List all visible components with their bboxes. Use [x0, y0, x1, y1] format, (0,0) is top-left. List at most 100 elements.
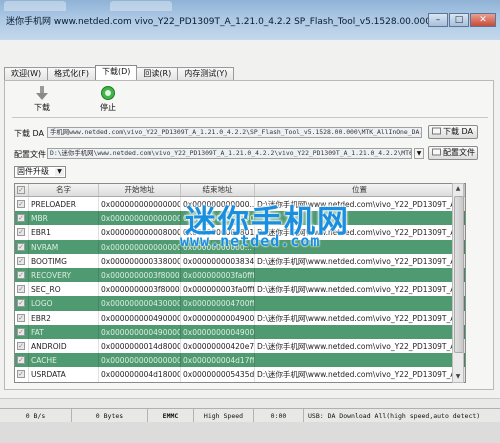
table-scrollbar[interactable]: ▲ ▼: [452, 183, 464, 383]
cell-start: 0x0000000000000000: [99, 239, 181, 255]
table-row[interactable]: ✓ CACHE 0x0000000000000000 0x000000004d17ff…: [15, 353, 465, 369]
scatter-file-button[interactable]: 配置文件: [428, 146, 478, 160]
row-checkbox[interactable]: ✓: [15, 225, 29, 241]
cell-end: 0x00000000049001ff: [181, 324, 255, 340]
cell-name: USRDATA: [29, 367, 99, 382]
table-row[interactable]: ✓ USRDATA 0x000000004d180000 0x000000005435…: [15, 367, 465, 382]
checkbox-icon[interactable]: ✓: [17, 256, 25, 265]
cell-end: 0x000000004700fff: [181, 296, 255, 312]
download-agent-label: 下载 DA: [14, 129, 45, 138]
table-row[interactable]: ✓ SEC_RO 0x0000000003f80000 0x000000003fa0f…: [15, 282, 465, 298]
checkbox-icon[interactable]: ✓: [17, 370, 25, 379]
cell-name: FAT: [29, 324, 99, 340]
download-agent-button[interactable]: 下载 DA: [428, 125, 478, 139]
row-checkbox[interactable]: ✓: [15, 211, 29, 227]
browser-tab-strip: [0, 0, 500, 12]
checkbox-icon[interactable]: ✓: [17, 342, 25, 350]
table-row[interactable]: ✓ ANDROID 0x0000000014d80000 0x00000000420e…: [15, 339, 465, 354]
status-mode: High Speed: [194, 409, 254, 423]
row-checkbox[interactable]: ✓: [15, 253, 29, 269]
cell-name: CACHE: [29, 353, 99, 369]
row-checkbox[interactable]: ✓: [15, 282, 29, 298]
checkbox-icon[interactable]: ✓: [17, 214, 25, 223]
checkbox-icon[interactable]: ✓: [17, 271, 25, 279]
scrollbar-thumb[interactable]: [454, 196, 464, 353]
checkbox-icon[interactable]: ✓: [17, 228, 25, 237]
header-checkbox[interactable]: ✓: [15, 184, 29, 196]
download-arrow-icon: [34, 85, 50, 101]
status-bytes: 0 Bytes: [72, 409, 148, 423]
cell-start: 0x0000000003380000: [99, 253, 181, 269]
cell-name: NVRAM: [29, 239, 99, 255]
folder-icon: [432, 126, 441, 135]
cell-start: 0x0000000003f80000: [99, 268, 181, 283]
checkbox-icon[interactable]: ✓: [17, 285, 25, 294]
checkbox-icon[interactable]: ✓: [17, 313, 25, 322]
cell-location: D:\迷你手机网\www.netded.com\vivo_Y22_PD1309T…: [255, 253, 465, 269]
cell-start: 0x0000000000000000: [99, 211, 181, 227]
scroll-down-icon[interactable]: ▼: [453, 372, 463, 382]
cell-location: [255, 268, 465, 283]
row-checkbox[interactable]: ✓: [15, 353, 29, 369]
table-row[interactable]: ✓ BOOTIMG 0x0000000003380000 0x000000000383…: [15, 253, 465, 269]
close-button[interactable]: ✕: [470, 13, 496, 27]
scatter-file-path-field[interactable]: D:\迷你手机网\www.netded.com\vivo_Y22_PD1309T…: [47, 148, 412, 159]
chevron-down-icon: ▼: [55, 168, 64, 176]
cell-end: 0x000000003fa0fff: [181, 268, 255, 283]
row-checkbox[interactable]: ✓: [15, 339, 29, 354]
scatter-file-label: 配置文件: [14, 150, 46, 159]
checkbox-icon[interactable]: ✓: [17, 299, 25, 308]
cell-end: 0x00000000049001ff: [181, 310, 255, 326]
row-checkbox[interactable]: ✓: [15, 268, 29, 283]
browser-tab[interactable]: [110, 1, 172, 11]
table-row[interactable]: ✓ EBR20x00000000049000000x00000000049001f…: [15, 310, 465, 326]
row-checkbox[interactable]: ✓: [15, 310, 29, 326]
stop-icon: [100, 85, 116, 101]
checkbox-icon[interactable]: ✓: [17, 242, 25, 251]
row-checkbox[interactable]: ✓: [15, 367, 29, 382]
scatter-dropdown-arrow[interactable]: ▼: [414, 148, 424, 159]
stop-tool-button[interactable]: 停止: [88, 85, 128, 113]
download-tool-label: 下载: [34, 103, 50, 112]
header-end-address[interactable]: 结束地址: [181, 184, 255, 196]
cell-name: PRELOADER: [29, 197, 99, 212]
row-checkbox[interactable]: ✓: [15, 239, 29, 255]
cell-name: SEC_RO: [29, 282, 99, 298]
minimize-button[interactable]: –: [428, 13, 448, 27]
cell-start: 0x000000004d180000: [99, 367, 181, 382]
scatter-file-button-label: 配置文件: [443, 148, 475, 157]
download-agent-path-field[interactable]: 手机网www.netded.com\vivo_Y22_PD1309T_A_1.2…: [47, 127, 422, 138]
checkbox-icon[interactable]: ✓: [17, 200, 25, 208]
table-row[interactable]: ✓ LOGO 0x0000000004300000 0x000000004700fff: [15, 296, 465, 312]
cell-name: EBR1: [29, 225, 99, 241]
scroll-up-icon[interactable]: ▲: [453, 184, 463, 194]
header-location[interactable]: 位置: [255, 184, 465, 196]
table-row[interactable]: ✓ RECOVERY 0x0000000003f80000 0x000000003fa…: [15, 268, 465, 283]
row-checkbox[interactable]: ✓: [15, 197, 29, 212]
folder-icon: [432, 147, 441, 156]
checkbox-icon[interactable]: ✓: [17, 327, 25, 336]
tab-memory-test[interactable]: 内存测试(Y): [177, 67, 235, 80]
download-tool-button[interactable]: 下载: [22, 85, 62, 113]
cell-start: 0x0000000004900000: [99, 310, 181, 326]
tab-download[interactable]: 下载(D): [95, 65, 138, 80]
cell-location: [255, 296, 465, 312]
download-mode-select[interactable]: 固件升级 ▼: [14, 166, 66, 178]
browser-tab[interactable]: [4, 1, 66, 11]
tab-welcome[interactable]: 欢迎(W): [4, 67, 49, 80]
header-start-address[interactable]: 开始地址: [99, 184, 181, 196]
toolbar-divider: [12, 117, 488, 118]
tab-readback[interactable]: 回读(R): [136, 67, 179, 80]
row-checkbox[interactable]: ✓: [15, 296, 29, 312]
cell-name: ANDROID: [29, 339, 99, 354]
table-row[interactable]: ✓ FAT0x00000000049000000x00000000049001ff: [15, 324, 465, 340]
header-name[interactable]: 名字: [29, 184, 99, 196]
cell-end: 0x0000000003834ff: [181, 253, 255, 269]
cell-name: EBR2: [29, 310, 99, 326]
checkbox-icon[interactable]: ✓: [17, 356, 25, 365]
row-checkbox[interactable]: ✓: [15, 324, 29, 340]
window-title: 迷你手机网 www.netded.com vivo_Y22_PD1309T_A_…: [6, 17, 431, 27]
tab-format[interactable]: 格式化(F): [47, 67, 96, 80]
cell-start: 0x0000000014d80000: [99, 339, 181, 354]
maximize-button[interactable]: □: [449, 13, 469, 27]
